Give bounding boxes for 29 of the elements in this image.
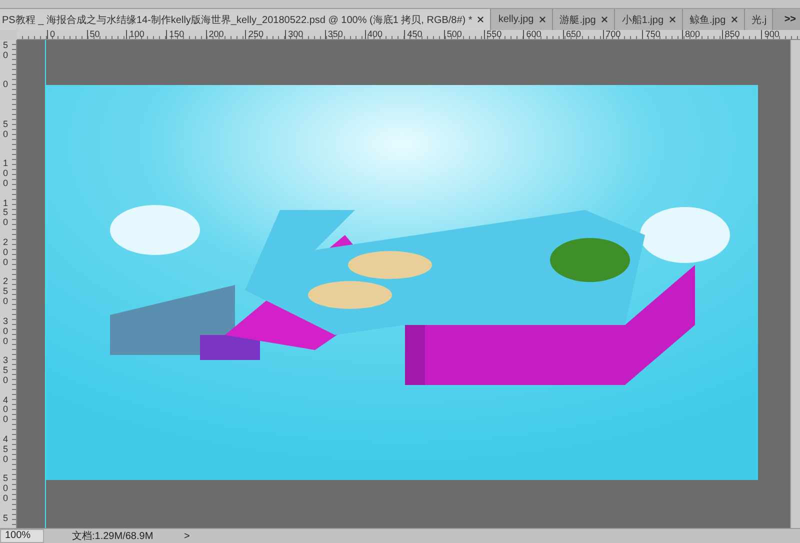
ruler-label: 150 bbox=[3, 198, 10, 230]
ruler-label: 5 bbox=[3, 514, 10, 524]
ruler-label: 450 bbox=[3, 434, 10, 466]
ruler-label: 100 bbox=[3, 159, 10, 190]
document-tab[interactable]: kelly.jpg bbox=[491, 9, 553, 30]
ruler-label: 300 bbox=[3, 316, 10, 348]
ruler-label: 400 bbox=[3, 396, 10, 426]
document-info: 文档:1.29M/68.9M bbox=[72, 530, 154, 543]
vertical-scrollbar[interactable] bbox=[790, 40, 800, 528]
ruler-label: 500 bbox=[3, 474, 10, 506]
status-menu-button[interactable]: > bbox=[178, 530, 196, 542]
document-tab[interactable]: 鲸鱼.jpg bbox=[682, 9, 745, 30]
close-icon[interactable] bbox=[668, 15, 677, 24]
document-tab[interactable]: PS教程 _ 海报合成之与水结缘14-制作kelly版海世界_kelly_20180522.psd @ 100% (海底1 拷贝, RGB/8#) * bbox=[0, 9, 492, 30]
zoom-field[interactable]: 100% bbox=[0, 529, 44, 543]
ruler-label: 350 bbox=[3, 356, 10, 387]
close-icon[interactable] bbox=[476, 15, 486, 24]
ruler-label: 50 bbox=[3, 120, 10, 141]
close-icon[interactable] bbox=[600, 15, 609, 24]
close-icon[interactable] bbox=[730, 15, 739, 24]
tab-overflow-button[interactable]: >> bbox=[780, 9, 800, 30]
document-tab[interactable]: 小船1.jpg bbox=[614, 9, 683, 30]
ruler-label: 50 bbox=[3, 41, 10, 62]
document-tab[interactable]: 光.j bbox=[744, 9, 773, 30]
close-icon[interactable] bbox=[538, 15, 547, 24]
ruler-label: 0 bbox=[3, 80, 10, 92]
ruler-label: 200 bbox=[3, 238, 10, 269]
ruler-label: 250 bbox=[3, 277, 10, 308]
document-tab[interactable]: 游艇.jpg bbox=[552, 9, 615, 30]
